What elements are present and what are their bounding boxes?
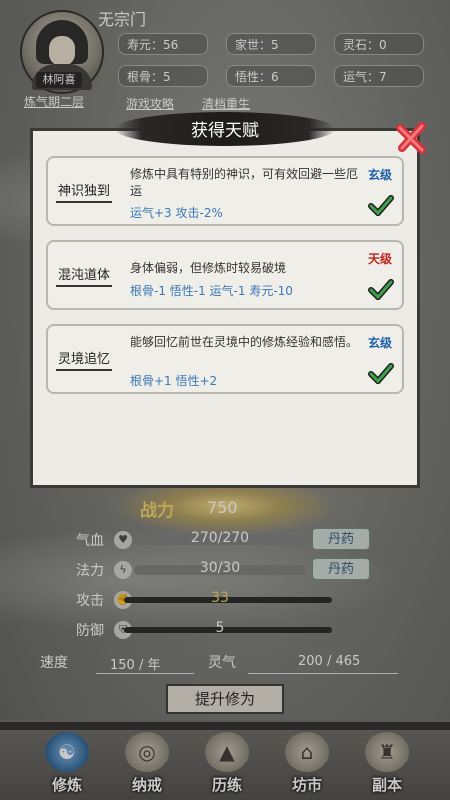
check-icon[interactable] bbox=[368, 194, 394, 216]
modal-title: 获得天赋 bbox=[191, 121, 259, 141]
talent-card[interactable]: 神识独到 修炼中具有特别的神识，可有效回避一些厄运 运气+3 攻击-2% 玄级 bbox=[46, 156, 404, 226]
talent-grade: 天级 bbox=[368, 252, 393, 266]
talent-name: 混沌道体 bbox=[56, 264, 113, 287]
talent-description: 修炼中具有特别的神识，可有效回避一些厄运 bbox=[130, 167, 359, 198]
talent-effects: 根骨-1 悟性-1 运气-1 寿元-10 bbox=[130, 284, 293, 298]
talent-description: 身体偏弱，但修炼时较易破境 bbox=[130, 261, 287, 275]
talent-effects: 根骨+1 悟性+2 bbox=[130, 374, 218, 388]
talent-name: 灵境追忆 bbox=[56, 348, 113, 371]
check-icon[interactable] bbox=[368, 362, 394, 384]
check-icon[interactable] bbox=[368, 278, 394, 300]
talent-card[interactable]: 混沌道体 身体偏弱，但修炼时较易破境 根骨-1 悟性-1 运气-1 寿元-10 … bbox=[46, 240, 404, 310]
talent-effects: 运气+3 攻击-2% bbox=[130, 206, 223, 220]
talent-grade: 玄级 bbox=[368, 336, 393, 350]
talent-name: 神识独到 bbox=[56, 180, 113, 203]
talent-card[interactable]: 灵境追忆 能够回忆前世在灵境中的修炼经验和感悟。 根骨+1 悟性+2 玄级 bbox=[46, 324, 404, 394]
talent-grade: 玄级 bbox=[368, 168, 393, 182]
close-icon[interactable] bbox=[392, 118, 432, 158]
talent-description: 能够回忆前世在灵境中的修炼经验和感悟。 bbox=[130, 335, 359, 349]
